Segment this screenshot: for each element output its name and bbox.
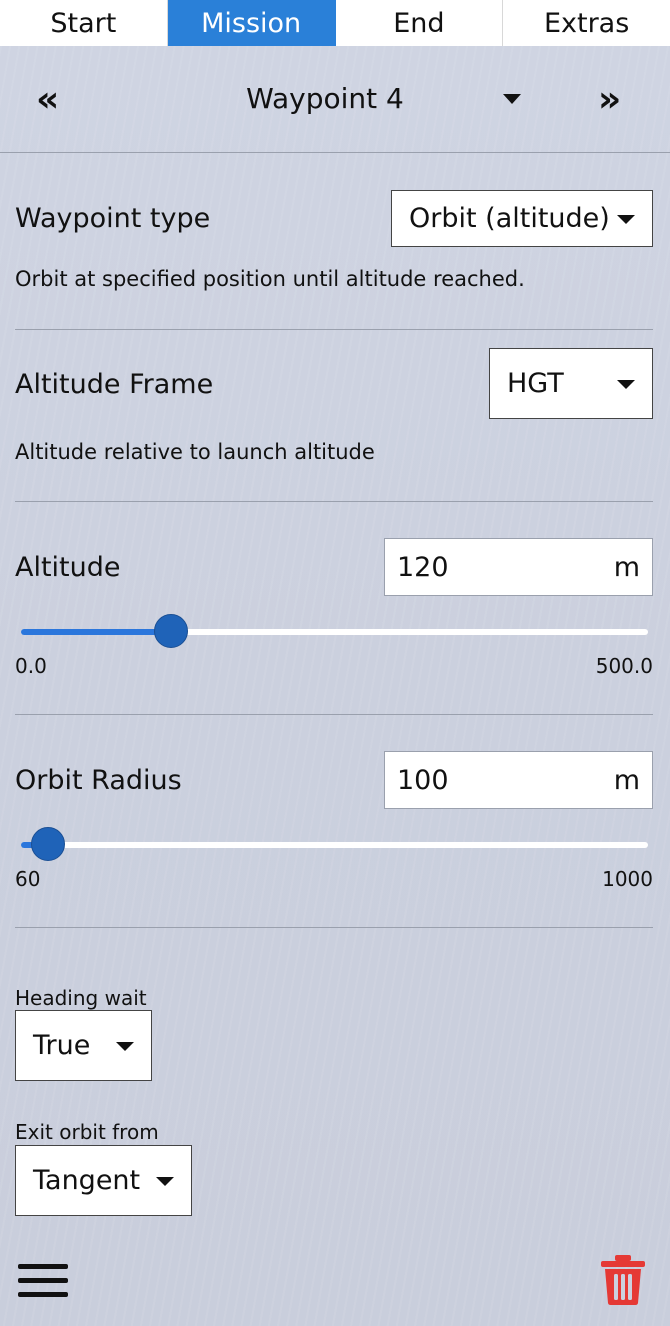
- exit-orbit-value: Tangent: [33, 1165, 141, 1196]
- heading-wait-label: Heading wait: [15, 986, 147, 1010]
- altitude-frame-value: HGT: [507, 368, 564, 399]
- orbit-radius-input[interactable]: 100 m: [384, 751, 653, 809]
- divider: [15, 501, 653, 502]
- altitude-unit: m: [613, 551, 640, 583]
- heading-wait-dropdown[interactable]: True: [15, 1010, 152, 1081]
- divider: [15, 927, 653, 928]
- heading-wait-value: True: [33, 1030, 91, 1061]
- altitude-value: 120: [397, 551, 449, 583]
- waypoint-type-label: Waypoint type: [15, 203, 211, 234]
- tab-mission[interactable]: Mission: [167, 0, 336, 46]
- slider-track: [21, 842, 648, 848]
- waypoint-selector[interactable]: Waypoint 4: [170, 82, 480, 115]
- orbit-radius-unit: m: [613, 764, 640, 796]
- previous-waypoint-icon[interactable]: «: [36, 80, 72, 120]
- altitude-frame-label: Altitude Frame: [15, 369, 214, 400]
- waypoint-type-description: Orbit at specified position until altitu…: [15, 267, 525, 291]
- tab-end[interactable]: End: [336, 0, 504, 46]
- chevron-down-icon: [617, 379, 635, 389]
- slider-fill: [21, 629, 171, 635]
- altitude-min-label: 0.0: [15, 654, 47, 678]
- altitude-frame-dropdown[interactable]: HGT: [489, 348, 653, 419]
- waypoint-type-dropdown[interactable]: Orbit (altitude): [391, 190, 653, 247]
- tab-extras[interactable]: Extras: [503, 0, 670, 46]
- altitude-input[interactable]: 120 m: [384, 538, 653, 596]
- chevron-down-icon: [116, 1041, 134, 1051]
- tab-start[interactable]: Start: [0, 0, 168, 46]
- orbit-radius-min-label: 60: [15, 867, 41, 891]
- altitude-slider[interactable]: [21, 614, 648, 648]
- orbit-radius-slider[interactable]: [21, 827, 648, 861]
- slider-handle[interactable]: [31, 827, 65, 861]
- altitude-frame-description: Altitude relative to launch altitude: [15, 440, 375, 464]
- chevron-down-icon: [617, 214, 635, 224]
- chevron-down-icon: [156, 1176, 174, 1186]
- divider: [15, 714, 653, 715]
- divider: [0, 152, 670, 153]
- orbit-radius-label: Orbit Radius: [15, 765, 182, 796]
- trash-icon-graphic: [601, 1255, 645, 1305]
- exit-orbit-dropdown[interactable]: Tangent: [15, 1145, 192, 1216]
- divider: [15, 329, 653, 330]
- hamburger-menu-icon[interactable]: [18, 1262, 70, 1300]
- exit-orbit-label: Exit orbit from: [15, 1120, 159, 1144]
- altitude-max-label: 500.0: [595, 654, 653, 678]
- orbit-radius-value: 100: [397, 764, 449, 796]
- slider-handle[interactable]: [154, 614, 188, 648]
- mission-tabs: Start Mission End Extras: [0, 0, 670, 46]
- orbit-radius-max-label: 1000: [602, 867, 653, 891]
- waypoint-type-value: Orbit (altitude): [409, 203, 610, 234]
- trash-icon[interactable]: [600, 1254, 646, 1306]
- next-waypoint-icon[interactable]: »: [598, 80, 634, 120]
- altitude-label: Altitude: [15, 552, 121, 583]
- waypoint-dropdown-caret-icon[interactable]: [503, 94, 521, 104]
